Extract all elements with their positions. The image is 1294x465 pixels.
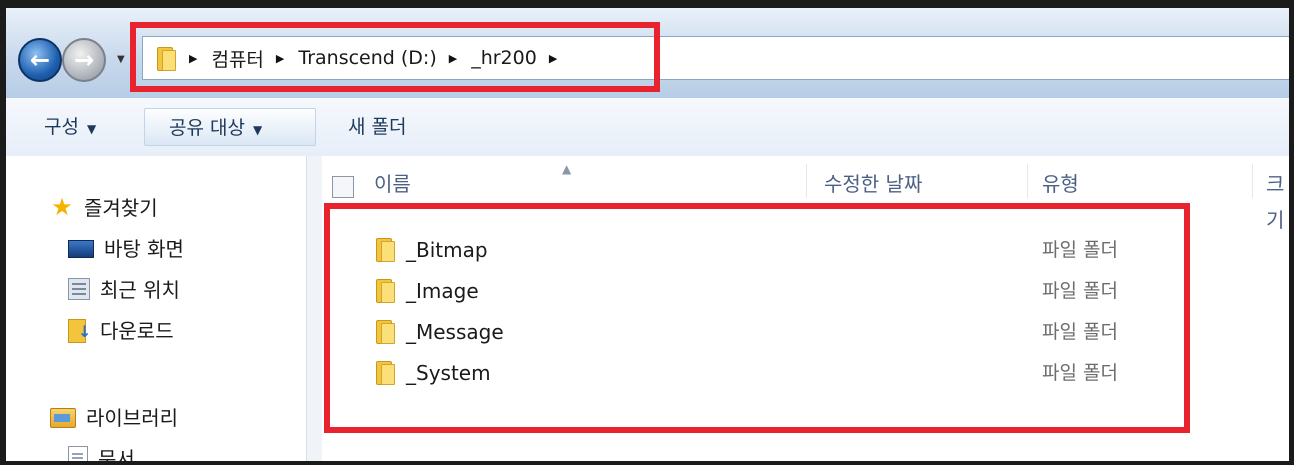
- select-all-checkbox[interactable]: [332, 176, 354, 198]
- column-header-row: ▲ 이름 수정한 날짜 유형 크기: [322, 156, 1289, 232]
- column-header-size[interactable]: 크기: [1266, 166, 1289, 232]
- sidebar-item-desktop[interactable]: 바탕 화면: [68, 233, 184, 262]
- column-divider[interactable]: [1027, 164, 1028, 198]
- sidebar-item-label: 다운로드: [100, 319, 174, 343]
- column-header-date-modified[interactable]: 수정한 날짜: [824, 166, 922, 202]
- libraries-icon: [50, 408, 76, 428]
- recent-places-icon: [68, 277, 90, 300]
- sidebar-item-documents[interactable]: 문서: [68, 443, 135, 461]
- file-list-highlight-box: [324, 203, 1190, 433]
- star-icon: ★: [51, 192, 73, 221]
- sidebar-item-recent-places[interactable]: 최근 위치: [68, 274, 180, 303]
- forward-button[interactable]: →: [62, 38, 106, 82]
- screenshot-frame: ← → ▼ ▶ 컴퓨터 ▶ Transcend (D:) ▶ _hr200 ▶ …: [0, 0, 1294, 465]
- explorer-window: ← → ▼ ▶ 컴퓨터 ▶ Transcend (D:) ▶ _hr200 ▶ …: [6, 8, 1289, 461]
- sidebar-item-downloads[interactable]: ↓ 다운로드: [68, 315, 174, 344]
- new-folder-label: 새 폴더: [348, 116, 407, 138]
- share-with-button[interactable]: 공유 대상 ▼: [144, 108, 316, 146]
- forward-arrow-icon: →: [73, 46, 95, 74]
- sidebar-item-favorites[interactable]: ★ 즐겨찾기: [50, 192, 158, 221]
- navigation-pane: ★ 즐겨찾기 바탕 화면 최근 위치 ↓ 다운로드 라이브러리 문서: [6, 156, 306, 461]
- caret-down-icon: ▼: [252, 123, 263, 137]
- column-header-type[interactable]: 유형: [1042, 166, 1079, 202]
- pane-splitter[interactable]: [306, 156, 323, 461]
- caret-down-icon: ▼: [86, 122, 97, 136]
- organize-button[interactable]: 구성 ▼: [44, 108, 96, 146]
- organize-label: 구성: [44, 116, 79, 138]
- address-highlight-box: [130, 22, 660, 92]
- command-toolbar: 구성 ▼ 공유 대상 ▼ 새 폴더: [6, 98, 1289, 157]
- back-button[interactable]: ←: [18, 38, 62, 82]
- sidebar-item-label: 문서: [98, 447, 135, 461]
- sidebar-item-libraries[interactable]: 라이브러리: [50, 402, 178, 431]
- column-divider[interactable]: [806, 164, 807, 198]
- share-with-label: 공유 대상: [169, 117, 245, 139]
- recent-pages-dropdown-icon[interactable]: ▼: [117, 54, 125, 65]
- column-header-name[interactable]: 이름: [374, 166, 411, 202]
- sort-ascending-icon: ▲: [562, 162, 572, 176]
- downloads-icon: ↓: [68, 318, 91, 343]
- sidebar-item-label: 즐겨찾기: [84, 196, 158, 220]
- sidebar-item-label: 바탕 화면: [104, 237, 184, 261]
- documents-icon: [68, 445, 88, 461]
- sidebar-item-label: 최근 위치: [100, 278, 180, 302]
- back-arrow-icon: ←: [29, 46, 51, 74]
- sidebar-item-label: 라이브러리: [86, 406, 178, 430]
- desktop-icon: [68, 240, 94, 258]
- new-folder-button[interactable]: 새 폴더: [348, 108, 406, 146]
- column-divider[interactable]: [1252, 164, 1253, 198]
